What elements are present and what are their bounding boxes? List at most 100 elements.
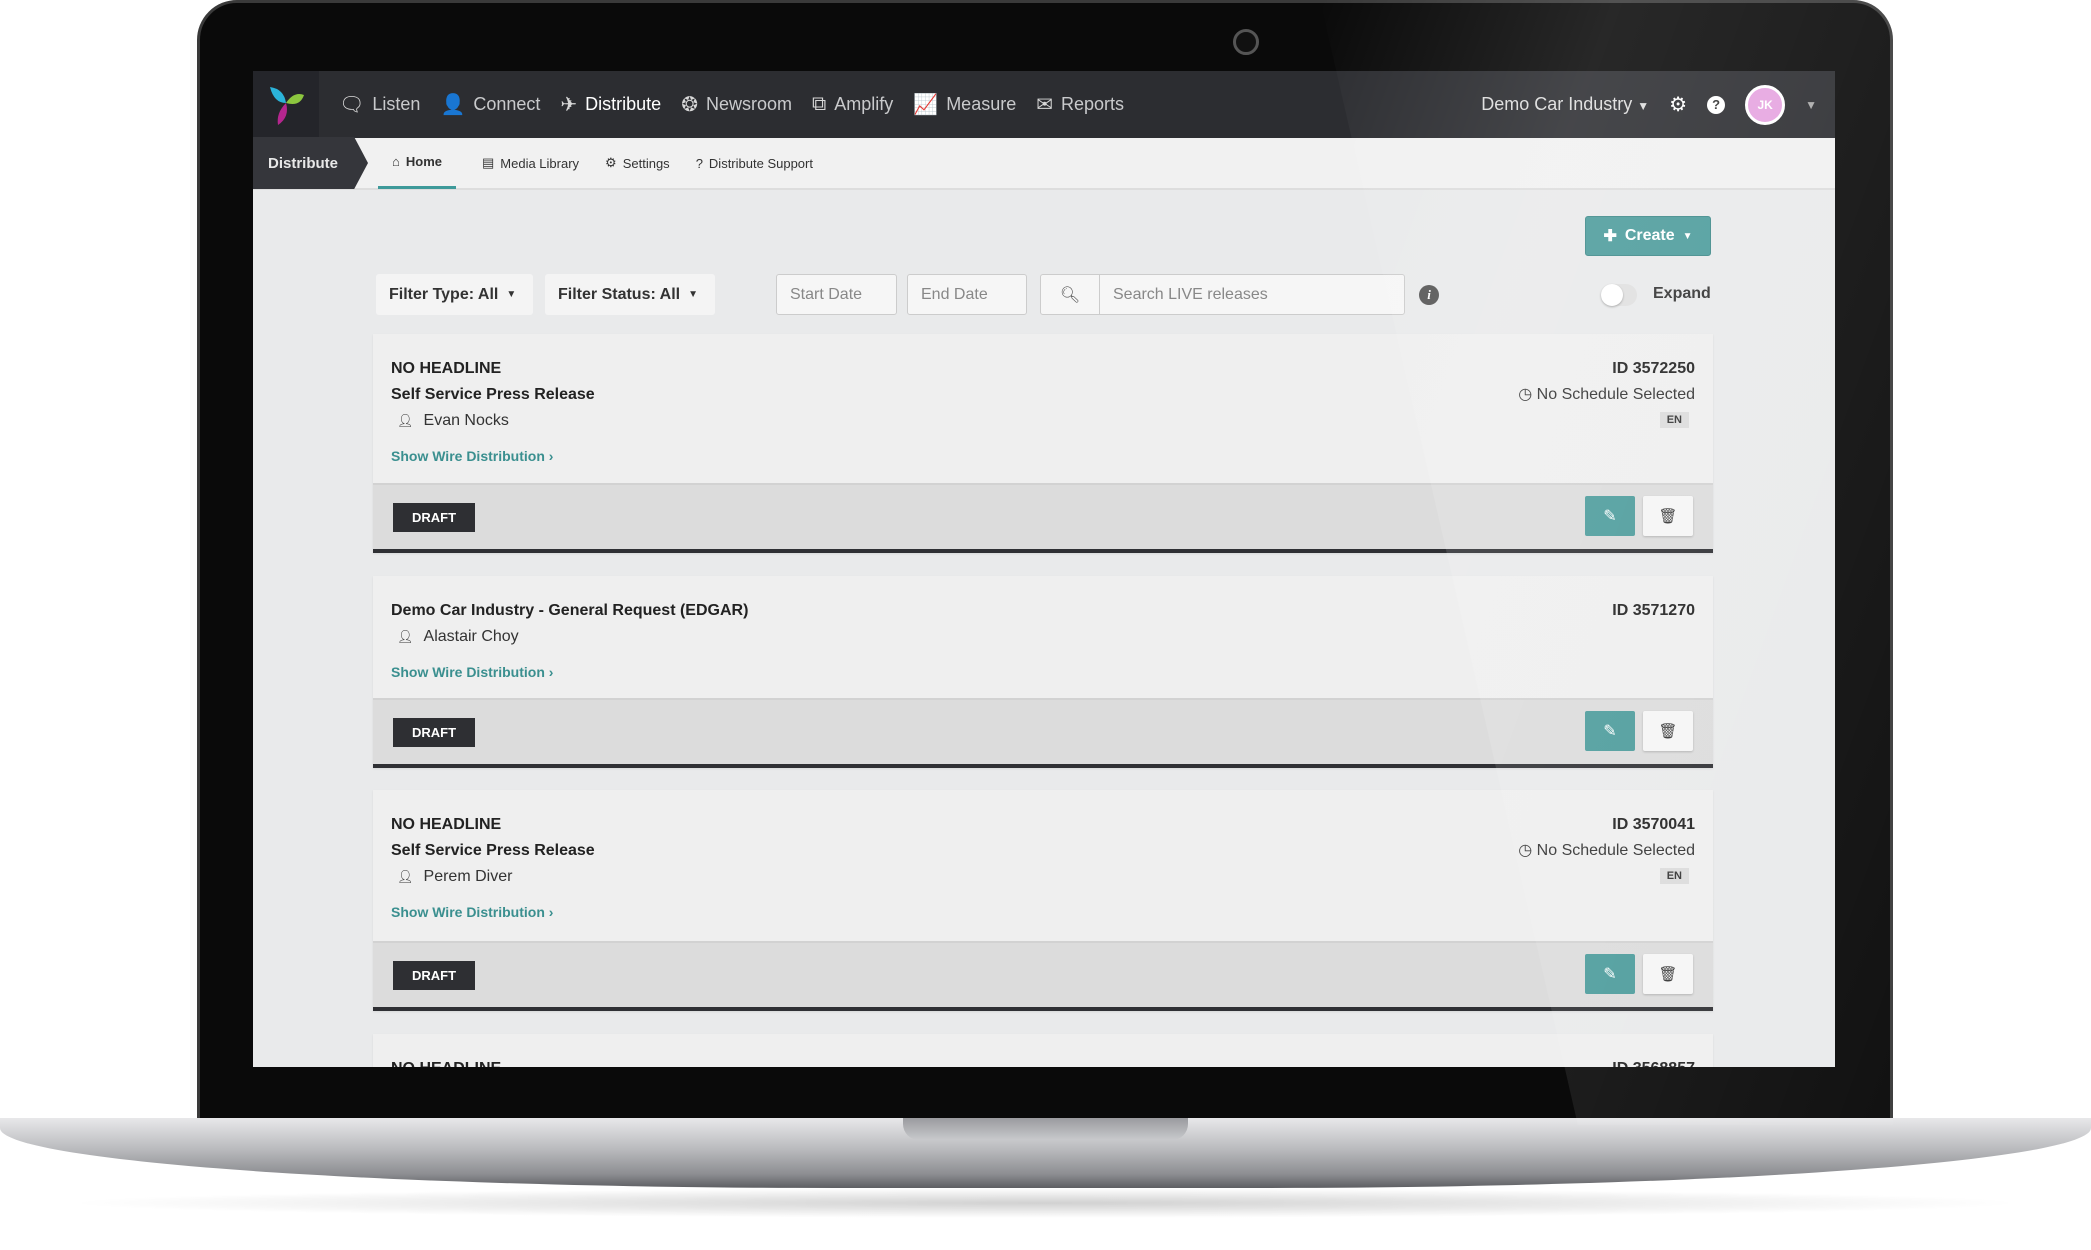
section-breadcrumb: Distribute: [253, 137, 368, 189]
author-name: Perem Diver: [423, 868, 513, 885]
release-card: NO HEADLINE Self Service Press Release 👤︎ P…: [373, 790, 1713, 1011]
filter-status-dropdown[interactable]: Filter Status: All ▼: [545, 274, 715, 315]
author-name: Evan Nocks: [423, 412, 509, 429]
edit-button[interactable]: ✎: [1585, 954, 1635, 994]
clock-icon: ◷: [1518, 386, 1533, 403]
search-icon[interactable]: 🔍︎: [1040, 274, 1100, 315]
status-badge: DRAFT: [393, 503, 476, 532]
app-logo[interactable]: [253, 71, 319, 138]
release-id: ID 3568857: [1612, 1056, 1695, 1067]
nav-item-label: Distribute: [585, 94, 662, 114]
author-name: Alastair Choy: [423, 628, 519, 645]
newsroom-icon: ❂: [681, 94, 698, 116]
create-button[interactable]: ✚ Create ▼: [1585, 216, 1711, 256]
release-id: ID 3570041: [1612, 816, 1695, 833]
media-library-icon: ▤: [481, 155, 495, 170]
user-menu-caret-icon[interactable]: ▼: [1805, 98, 1817, 112]
card-footer: DRAFT ✎ 🗑︎: [373, 941, 1713, 1007]
pencil-icon: ✎: [1603, 966, 1617, 983]
schedule-status: ◷ No Schedule Selected: [1518, 838, 1695, 864]
home-icon: ⌂: [392, 154, 400, 169]
settings-icon: ⚙: [605, 155, 617, 170]
subnav-label: Settings: [622, 155, 670, 171]
laptop-shadow: [60, 1188, 2030, 1218]
subnav-home[interactable]: ⌂ Home: [378, 137, 456, 189]
gear-icon[interactable]: ⚙: [1669, 92, 1687, 117]
help-icon[interactable]: ?: [1707, 95, 1726, 114]
release-type: Self Service Press Release: [391, 842, 595, 859]
nav-item-amplify[interactable]: ⧉ Amplify: [812, 92, 893, 117]
clock-icon: ◷: [1518, 842, 1533, 859]
nav-item-reports[interactable]: ✉ Reports: [1036, 92, 1124, 117]
listen-icon: 🗨: [339, 94, 365, 116]
filter-type-dropdown[interactable]: Filter Type: All ▼: [376, 274, 533, 315]
nav-item-label: Newsroom: [705, 94, 792, 114]
schedule-text: No Schedule Selected: [1536, 386, 1695, 403]
delete-button[interactable]: 🗑︎: [1643, 711, 1693, 751]
search-input[interactable]: Search LIVE releases: [1099, 274, 1405, 315]
nav-item-measure[interactable]: 📈 Measure: [913, 92, 1016, 117]
nav-item-label: Connect: [473, 94, 541, 114]
nav-item-distribute[interactable]: ✈ Distribute: [560, 92, 661, 117]
measure-icon: 📈: [913, 94, 939, 116]
org-selector[interactable]: Demo Car Industry ▼: [1481, 94, 1649, 115]
top-nav: 🗨 Listen 👤 Connect ✈ Distribute ❂ Newsroom ⧉ Ampl…: [253, 71, 1835, 138]
connect-icon: 👤: [440, 94, 466, 116]
trash-icon: 🗑︎: [1658, 508, 1678, 525]
user-icon: 👤︎: [397, 869, 414, 884]
distribute-icon: ✈: [560, 94, 578, 116]
delete-button[interactable]: 🗑︎: [1643, 496, 1693, 536]
laptop-notch: [903, 1118, 1188, 1140]
delete-button[interactable]: 🗑︎: [1643, 954, 1693, 994]
chevron-right-icon: ›: [548, 904, 554, 920]
subnav-media-library[interactable]: ▤ Media Library: [482, 137, 579, 189]
nav-item-listen[interactable]: 🗨 Listen: [339, 92, 420, 117]
release-id: ID 3572250: [1612, 360, 1695, 377]
plus-icon: ✚: [1603, 228, 1617, 245]
link-label: Show Wire Distribution: [391, 448, 545, 464]
expand-toggle[interactable]: [1601, 284, 1637, 306]
schedule-text: No Schedule Selected: [1536, 842, 1695, 859]
end-date-input[interactable]: End Date: [907, 274, 1027, 315]
release-card: Demo Car Industry - General Request (EDG…: [373, 576, 1713, 768]
filter-status-label: Filter Status: All: [558, 285, 681, 303]
nav-item-connect[interactable]: 👤 Connect: [440, 92, 540, 117]
show-wire-distribution-link[interactable]: Show Wire Distribution ›: [391, 904, 553, 920]
pencil-icon: ✎: [1603, 723, 1617, 740]
language-badge: EN: [1659, 868, 1689, 884]
nav-item-newsroom[interactable]: ❂ Newsroom: [681, 92, 792, 117]
chevron-right-icon: ›: [548, 448, 554, 464]
edit-button[interactable]: ✎: [1585, 496, 1635, 536]
card-footer: DRAFT ✎ 🗑︎: [373, 698, 1713, 764]
show-wire-distribution-link[interactable]: Show Wire Distribution ›: [391, 448, 553, 464]
info-icon[interactable]: i: [1419, 285, 1439, 305]
release-author: 👤︎ Perem Diver: [391, 864, 1695, 890]
caret-down-icon: ▼: [506, 289, 517, 300]
schedule-status: ◷ No Schedule Selected: [1518, 382, 1695, 408]
release-author: 👤︎ Evan Nocks: [391, 408, 1695, 434]
card-footer: DRAFT ✎ 🗑︎: [373, 483, 1713, 549]
release-type: Self Service Press Release: [391, 386, 595, 403]
expand-label: Expand: [1653, 285, 1711, 302]
release-author: 👤︎ Alastair Choy: [391, 624, 1695, 650]
camera: [1233, 29, 1259, 55]
subnav-settings[interactable]: ⚙ Settings: [605, 137, 670, 189]
edit-button[interactable]: ✎: [1585, 711, 1635, 751]
nav-item-label: Reports: [1060, 94, 1125, 114]
avatar[interactable]: JK: [1745, 84, 1786, 125]
pencil-icon: ✎: [1603, 508, 1617, 525]
reports-icon: ✉: [1036, 94, 1053, 116]
show-wire-distribution-link[interactable]: Show Wire Distribution ›: [391, 664, 553, 680]
nav-item-label: Listen: [372, 94, 421, 114]
caret-down-icon: ▼: [1682, 230, 1693, 242]
release-headline: NO HEADLINE: [391, 816, 502, 833]
status-badge: DRAFT: [393, 718, 476, 747]
subnav-distribute-support[interactable]: ? Distribute Support: [696, 137, 813, 189]
release-card: NO HEADLINEID 3568857: [373, 1034, 1713, 1067]
start-date-input[interactable]: Start Date: [776, 274, 897, 315]
caret-down-icon: ▼: [1637, 99, 1650, 113]
create-label: Create: [1624, 227, 1675, 244]
release-card: NO HEADLINE Self Service Press Release 👤︎ E…: [373, 334, 1713, 553]
chevron-right-icon: ›: [548, 664, 554, 680]
release-headline: NO HEADLINE: [391, 1056, 1695, 1067]
